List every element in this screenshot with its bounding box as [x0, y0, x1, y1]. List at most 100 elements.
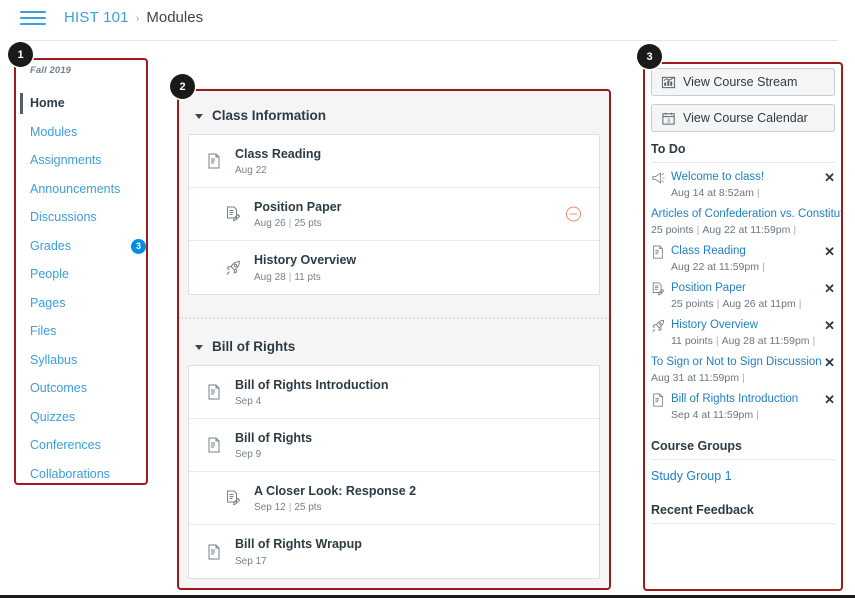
sidebar-item-syllabus[interactable]: Syllabus	[30, 346, 146, 375]
course-group-link[interactable]: Study Group 1	[645, 467, 841, 493]
todo-item-row: History Overview	[651, 318, 819, 333]
close-icon[interactable]: ✕	[824, 392, 835, 407]
module-item[interactable]: A Closer Look: Response 2 Sep 12 | 25 pts	[189, 472, 599, 525]
module-item[interactable]: Class Reading Aug 22	[189, 135, 599, 188]
module-item-title[interactable]: Position Paper	[254, 199, 342, 216]
top-header: HIST 101 › Modules	[0, 0, 855, 35]
sidebar-item-modules[interactable]: Modules	[30, 118, 146, 147]
course-stream-icon	[661, 76, 676, 88]
todo-item-link[interactable]: Class Reading	[671, 244, 746, 259]
sidebar-item-files[interactable]: Files	[30, 317, 146, 346]
course-sidebar: View Course Stream 3 View Course Calendar…	[645, 63, 841, 590]
page-icon	[203, 153, 225, 169]
module-item-title[interactable]: Bill of Rights Introduction	[235, 377, 388, 394]
module-item-meta: Sep 12 | 25 pts	[254, 502, 416, 513]
todo-item-link[interactable]: Position Paper	[671, 281, 746, 296]
module-header[interactable]: Bill of Rights	[188, 319, 600, 365]
module-item-title[interactable]: History Overview	[254, 252, 356, 269]
assignment-icon	[222, 206, 244, 222]
assignment-icon	[222, 490, 244, 506]
module-item-meta: Sep 4	[235, 396, 388, 407]
breadcrumb-current[interactable]: Modules	[146, 9, 203, 26]
todo-item-row: Class Reading	[651, 244, 819, 259]
sidebar-item-label: Assignments	[30, 153, 102, 167]
page-icon	[203, 384, 225, 400]
sidebar-item-label: Pages	[30, 295, 66, 310]
sidebar-item-home[interactable]: Home	[20, 89, 146, 118]
todo-divider	[651, 162, 835, 163]
module-item-text: Bill of Rights Sep 9	[235, 430, 312, 461]
chevron-down-icon[interactable]	[195, 114, 203, 119]
sidebar-item-label: Syllabus	[30, 352, 78, 367]
close-icon[interactable]: ✕	[824, 355, 835, 370]
svg-text:3: 3	[667, 118, 670, 124]
module-item-date: Aug 26	[254, 218, 286, 230]
meta-separator: |	[715, 335, 719, 347]
module-title: Bill of Rights	[212, 339, 296, 354]
sidebar-item-label: Grades	[30, 238, 71, 253]
no-submission-icon[interactable]	[566, 206, 581, 222]
close-icon[interactable]: ✕	[824, 281, 835, 296]
close-icon[interactable]: ✕	[824, 170, 835, 185]
todo-item-link[interactable]: Articles of Confederation vs. Constituti…	[651, 207, 841, 222]
todo-heading: To Do	[651, 142, 686, 156]
modules-list: Class Information Class Reading Aug 22 Po…	[178, 88, 610, 588]
todo-item-link[interactable]: Welcome to class!	[671, 170, 764, 185]
module-item-title[interactable]: Bill of Rights Wrapup	[235, 536, 362, 553]
course-nav-list: Home Modules Assignments Announcements Discu…	[20, 89, 146, 489]
module-item-date: Sep 17	[235, 555, 267, 567]
sidebar-item-label: People	[30, 267, 69, 281]
module-item-meta: Aug 26 | 25 pts	[254, 218, 342, 229]
module-item[interactable]: Bill of Rights Introduction Sep 4	[189, 366, 599, 419]
module-item-meta: Aug 28 | 11 pts	[254, 272, 356, 283]
sidebar-item-quizzes[interactable]: Quizzes	[30, 403, 146, 432]
module-item-date: Aug 28	[254, 271, 286, 283]
todo-item-link[interactable]: To Sign or Not to Sign Discussion	[651, 355, 822, 370]
chevron-down-icon[interactable]	[195, 345, 203, 350]
sidebar-item-label: Quizzes	[30, 409, 76, 424]
close-icon[interactable]: ✕	[824, 244, 835, 259]
module-item-points: 25 pts	[294, 502, 322, 514]
sidebar-item-label: Modules	[30, 124, 78, 139]
assignment-icon	[227, 490, 241, 506]
module-title: Class Information	[212, 108, 327, 123]
sidebar-item-discussions[interactable]: Discussions	[30, 203, 146, 232]
breadcrumb: HIST 101 › Modules	[64, 9, 203, 26]
course-calendar-button[interactable]: 3 View Course Calendar	[651, 104, 835, 132]
sidebar-item-outcomes[interactable]: Outcomes	[30, 374, 146, 403]
module-item-points: 25 pts	[294, 218, 322, 230]
sidebar-item-collaborations[interactable]: Collaborations	[30, 460, 146, 489]
todo-item-due: Aug 22 at 11:59pm	[671, 261, 759, 273]
close-icon[interactable]: ✕	[824, 318, 835, 333]
todo-item-row: To Sign or Not to Sign Discussion	[651, 355, 822, 370]
module-item-text: Bill of Rights Introduction Sep 4	[235, 377, 388, 408]
todo-item-meta: 25 points | Aug 22 at 11:59pm |	[651, 223, 819, 238]
module-item[interactable]: Position Paper Aug 26 | 25 pts	[189, 188, 599, 241]
sidebar-item-announcements[interactable]: Announcements	[30, 175, 146, 204]
nav-badge-count: 3	[131, 238, 146, 254]
todo-item-row: Position Paper	[651, 281, 819, 296]
course-stream-button[interactable]: View Course Stream	[651, 68, 835, 96]
sidebar-item-conferences[interactable]: Conferences	[30, 431, 146, 460]
breadcrumb-course[interactable]: HIST 101	[64, 9, 129, 26]
sidebar-item-label: Outcomes	[30, 381, 87, 395]
module-item[interactable]: Bill of Rights Sep 9	[189, 419, 599, 472]
todo-item-link[interactable]: Bill of Rights Introduction	[671, 392, 798, 407]
module-item-title[interactable]: Class Reading	[235, 146, 321, 163]
todo-item-due: Aug 14 at 8:52am	[671, 187, 754, 199]
module-item[interactable]: History Overview Aug 28 | 11 pts	[189, 241, 599, 294]
module-item-title[interactable]: Bill of Rights	[235, 430, 312, 447]
module-item[interactable]: Bill of Rights Wrapup Sep 17	[189, 525, 599, 578]
quiz-icon	[651, 319, 665, 333]
sidebar-item-grades[interactable]: Grades 3	[30, 232, 146, 261]
sidebar-item-people[interactable]: People	[30, 260, 146, 289]
page-icon	[208, 437, 220, 453]
sidebar-item-assignments[interactable]: Assignments	[30, 146, 146, 175]
todo-item-row: Articles of Confederation vs. Constituti…	[651, 207, 841, 222]
sidebar-item-pages[interactable]: Pages	[30, 289, 146, 318]
module-item-title[interactable]: A Closer Look: Response 2	[254, 483, 416, 500]
module-header[interactable]: Class Information	[188, 88, 600, 134]
todo-item-link[interactable]: History Overview	[671, 318, 758, 333]
sidebar-item-label: Collaborations	[30, 466, 110, 481]
hamburger-icon[interactable]	[20, 9, 46, 27]
